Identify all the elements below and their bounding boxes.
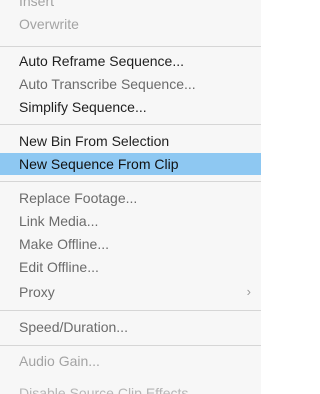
menu-divider: [0, 124, 261, 125]
menu-item-make-offline[interactable]: Make Offline...: [0, 233, 261, 255]
menu-divider: [0, 181, 261, 182]
menu-item-new-bin-from-selection[interactable]: New Bin From Selection: [0, 130, 261, 152]
menu-divider: [0, 310, 261, 311]
menu-item-replace-footage[interactable]: Replace Footage...: [0, 187, 261, 209]
menu-item-auto-reframe-sequence[interactable]: Auto Reframe Sequence...: [0, 50, 261, 72]
menu-divider: [0, 345, 261, 346]
menu-item-edit-offline[interactable]: Edit Offline...: [0, 256, 261, 278]
menu-item-overwrite: Overwrite: [19, 16, 79, 32]
menu-item-new-sequence-from-clip[interactable]: New Sequence From Clip: [0, 153, 261, 175]
menu-item-simplify-sequence[interactable]: Simplify Sequence...: [0, 96, 261, 118]
menu-item-auto-transcribe-sequence[interactable]: Auto Transcribe Sequence...: [0, 73, 261, 95]
context-menu: Insert Overwrite Auto Reframe Sequence..…: [0, 0, 261, 394]
chevron-right-icon: ›: [246, 284, 251, 299]
menu-item-proxy[interactable]: Proxy ›: [0, 281, 261, 303]
menu-divider: [0, 46, 261, 47]
menu-item-audio-gain: Audio Gain...: [19, 353, 100, 369]
menu-item-link-media[interactable]: Link Media...: [0, 210, 261, 232]
menu-item-insert: Insert: [19, 0, 55, 9]
menu-item-disable-source-clip-effects: Disable Source Clip Effects: [19, 385, 189, 394]
menu-item-proxy-label: Proxy: [19, 284, 55, 300]
menu-item-speed-duration[interactable]: Speed/Duration...: [0, 316, 261, 338]
